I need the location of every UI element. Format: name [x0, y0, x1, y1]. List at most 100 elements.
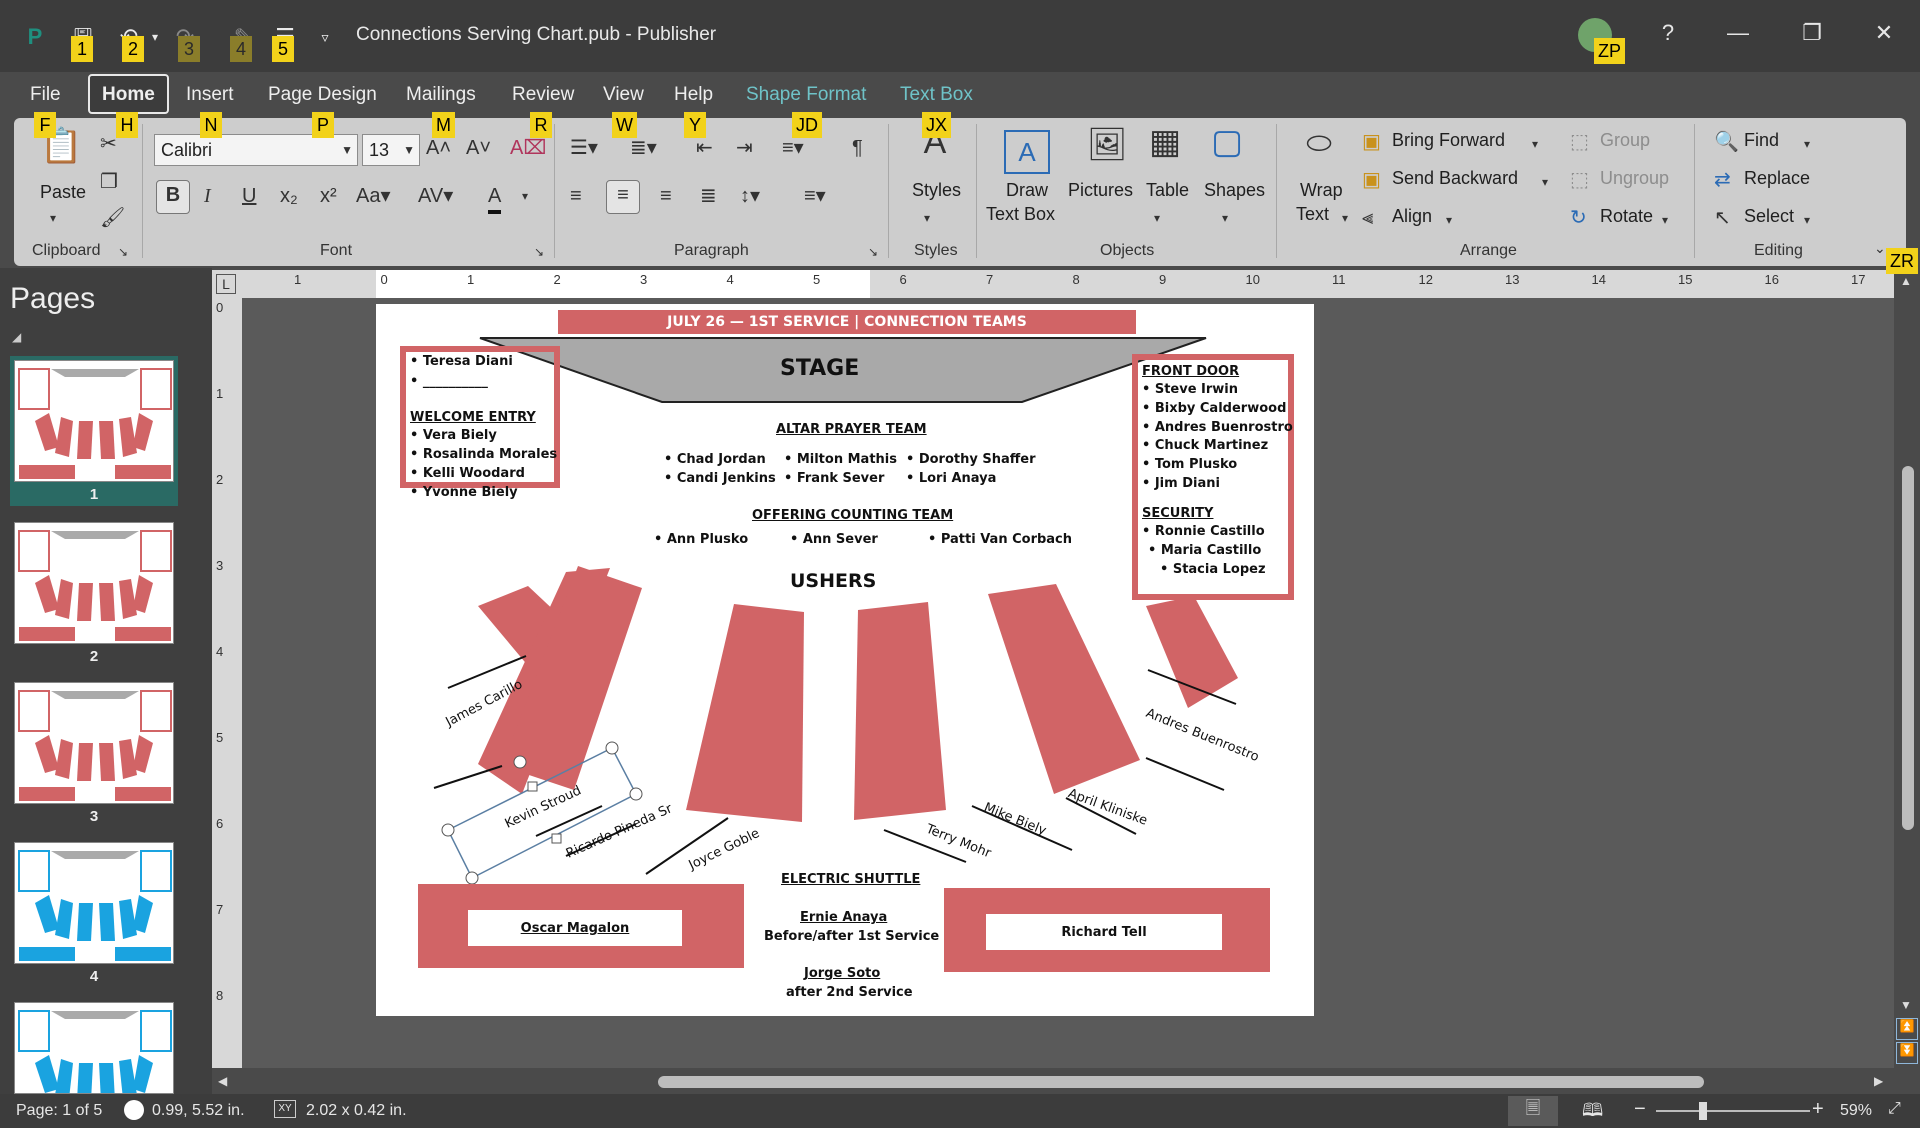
- paragraph-launcher-icon[interactable]: ↘: [868, 238, 878, 266]
- paste-button[interactable]: Paste: [40, 182, 86, 203]
- rotate-button[interactable]: Rotate: [1600, 206, 1653, 227]
- grow-font-icon[interactable]: A˄: [426, 134, 451, 162]
- fit-page-icon[interactable]: ⤢: [1888, 1100, 1901, 1118]
- page-thumbnail-3[interactable]: [14, 682, 174, 804]
- shrink-font-icon[interactable]: A˅: [466, 134, 491, 162]
- find-icon[interactable]: 🔍: [1714, 128, 1739, 156]
- vertical-scrollbar[interactable]: ▲ ▼ ⏫ ⏬: [1894, 270, 1920, 1094]
- zoom-in-icon[interactable]: +: [1812, 1098, 1824, 1121]
- shapes-button[interactable]: Shapes: [1204, 180, 1265, 201]
- zoom-out-icon[interactable]: −: [1634, 1098, 1646, 1121]
- columns-icon[interactable]: ≡▾: [782, 134, 804, 162]
- superscript-button[interactable]: x²: [320, 182, 337, 210]
- font-name-combo[interactable]: Calibri ▼: [154, 134, 358, 166]
- styles-button[interactable]: Styles: [912, 180, 961, 201]
- font-launcher-icon[interactable]: ↘: [534, 238, 544, 266]
- show-paragraph-marks-icon[interactable]: ¶: [852, 134, 863, 162]
- chevron-down-icon[interactable]: ▾: [1662, 206, 1668, 234]
- font-color-icon[interactable]: A: [488, 182, 502, 214]
- wrap-text-label-1[interactable]: Wrap: [1300, 180, 1343, 201]
- chevron-down-icon[interactable]: ▾: [1804, 130, 1810, 158]
- tab-text-box[interactable]: Text Box: [900, 84, 973, 106]
- replace-button[interactable]: Replace: [1744, 168, 1810, 189]
- align-objects-icon[interactable]: ⫷: [1362, 204, 1373, 232]
- align-center-icon[interactable]: ≡: [606, 180, 640, 214]
- tab-insert[interactable]: Insert: [186, 84, 234, 106]
- horizontal-ruler[interactable]: 1 0 1 2 3 4 5 6 7 8 9 10 11 12 13 14 15 16 17: [236, 270, 1894, 298]
- tab-shape-format[interactable]: Shape Format: [746, 84, 866, 106]
- underline-button[interactable]: U: [242, 182, 256, 210]
- bullets-icon[interactable]: ☰▾: [570, 134, 598, 162]
- undo-dropdown-icon[interactable]: ▾: [140, 22, 170, 52]
- align-left-icon[interactable]: ≡: [570, 182, 582, 210]
- select-icon[interactable]: ↖: [1714, 204, 1731, 232]
- page-indicator[interactable]: Page: 1 of 5: [16, 1102, 102, 1120]
- table-button[interactable]: Table: [1146, 180, 1189, 201]
- page-thumbnail-2[interactable]: [14, 522, 174, 644]
- tab-mailings[interactable]: Mailings: [406, 84, 476, 106]
- group-icon[interactable]: ⬚: [1570, 128, 1589, 156]
- tab-stop-icon[interactable]: L: [216, 274, 236, 294]
- scroll-up-icon[interactable]: ▲: [1900, 274, 1912, 288]
- scroll-left-icon[interactable]: ◀: [218, 1074, 227, 1088]
- pictures-icon[interactable]: 🖼: [1084, 128, 1130, 160]
- left-footer-name-box[interactable]: Oscar Magalon: [468, 910, 682, 946]
- previous-page-icon[interactable]: ⏫: [1896, 1018, 1918, 1040]
- replace-icon[interactable]: ⇄: [1714, 166, 1731, 194]
- format-painter-icon[interactable]: 🖌: [100, 204, 125, 232]
- increase-indent-icon[interactable]: ⇥: [736, 134, 753, 162]
- zoom-slider[interactable]: [1656, 1102, 1810, 1120]
- justify-icon[interactable]: ≣: [700, 182, 717, 210]
- chevron-down-icon[interactable]: ▾: [924, 204, 930, 232]
- zoom-level[interactable]: 59%: [1840, 1102, 1872, 1120]
- cut-icon[interactable]: ✂: [100, 130, 117, 158]
- paste-icon[interactable]: 📋: [40, 129, 82, 176]
- stage-label[interactable]: STAGE: [780, 356, 859, 381]
- bold-button[interactable]: B: [156, 180, 190, 214]
- table-icon[interactable]: ▦: [1142, 125, 1188, 159]
- chevron-down-icon[interactable]: ▾: [1342, 204, 1348, 232]
- page-thumbnail-5[interactable]: [14, 1002, 174, 1094]
- publication-page[interactable]: JULY 26 — 1ST SERVICE | CONNECTION TEAMS: [376, 304, 1314, 1016]
- numbering-icon[interactable]: ≣▾: [630, 134, 657, 162]
- change-case-button[interactable]: Aa▾: [356, 182, 391, 210]
- line-spacing-icon[interactable]: ↕▾: [740, 182, 760, 210]
- tab-page-design[interactable]: Page Design: [268, 84, 377, 106]
- chevron-down-icon[interactable]: ▾: [522, 182, 528, 210]
- clear-formatting-icon[interactable]: A⌧: [510, 134, 546, 162]
- send-backward-button[interactable]: Send Backward: [1392, 168, 1518, 189]
- chevron-down-icon[interactable]: ▾: [1804, 206, 1810, 234]
- draw-text-box-label-2[interactable]: Text Box: [986, 204, 1055, 225]
- wrap-text-label-2[interactable]: Text: [1296, 204, 1329, 225]
- restore-icon[interactable]: ❐: [1792, 20, 1832, 46]
- draw-text-box-label-1[interactable]: Draw: [1006, 180, 1048, 201]
- font-size-combo[interactable]: 13 ▼: [362, 134, 420, 166]
- vertical-scroll-thumb[interactable]: [1902, 466, 1914, 830]
- copy-icon[interactable]: ❐: [100, 168, 118, 196]
- vertical-ruler[interactable]: 0 1 2 3 4 5 6 7 8: [212, 298, 242, 1078]
- tab-help[interactable]: Help: [674, 84, 713, 106]
- shapes-icon[interactable]: ▢: [1204, 125, 1250, 159]
- tab-view[interactable]: View: [603, 84, 644, 106]
- send-backward-icon[interactable]: ▣: [1362, 166, 1381, 194]
- chevron-down-icon[interactable]: ▾: [1222, 204, 1228, 232]
- tab-review[interactable]: Review: [512, 84, 574, 106]
- page-thumbnail-4[interactable]: [14, 842, 174, 964]
- minimize-icon[interactable]: —: [1718, 20, 1758, 46]
- paste-dropdown-icon[interactable]: ▾: [50, 204, 56, 232]
- paragraph-spacing-icon[interactable]: ≡▾: [804, 182, 826, 210]
- bring-forward-button[interactable]: Bring Forward: [1392, 130, 1505, 151]
- chevron-down-icon[interactable]: ▾: [1532, 130, 1538, 158]
- help-button[interactable]: ?: [1648, 20, 1688, 46]
- select-button[interactable]: Select: [1744, 206, 1794, 227]
- bring-forward-icon[interactable]: ▣: [1362, 128, 1381, 156]
- character-spacing-icon[interactable]: AV▾: [418, 182, 453, 210]
- horizontal-scroll-thumb[interactable]: [658, 1076, 1704, 1088]
- wrap-text-icon[interactable]: ⬭: [1296, 129, 1342, 159]
- right-footer-name-box[interactable]: Richard Tell: [986, 914, 1222, 950]
- zoom-slider-thumb[interactable]: [1699, 1102, 1708, 1120]
- draw-text-box-icon[interactable]: A: [1004, 130, 1050, 174]
- scroll-right-icon[interactable]: ▶: [1874, 1074, 1883, 1088]
- subscript-button[interactable]: x₂: [280, 182, 298, 210]
- tab-home[interactable]: Home: [88, 74, 169, 114]
